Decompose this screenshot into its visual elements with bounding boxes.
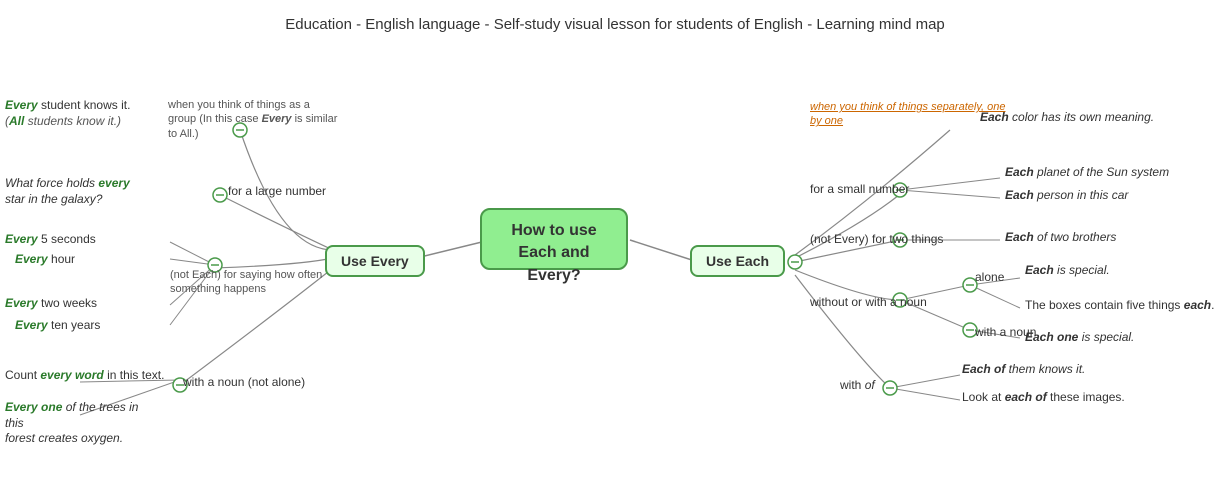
each-of-them: Each of them knows it. [962, 362, 1085, 378]
each-is-special: Each is special. [1025, 263, 1110, 279]
every-5-seconds: Every 5 seconds [5, 232, 96, 248]
use-every-label: Use Every [341, 253, 409, 269]
use-every-node: Use Every [325, 245, 425, 277]
each-planet-label: Each planet of the Sun system [1005, 165, 1169, 181]
each-color-label: Each color has its own meaning. [980, 110, 1154, 126]
every-star-label: What force holds everystar in the galaxy… [5, 176, 130, 207]
count-every-word: Count every word in this text. [5, 368, 164, 384]
two-things-label: (not Every) for two things [810, 232, 943, 248]
center-node: How to useEach and Every? [480, 208, 628, 270]
how-often-label: (not Each) for saying how oftensomething… [170, 268, 322, 297]
every-hour: Every hour [15, 252, 75, 268]
every-two-weeks: Every two weeks [5, 296, 97, 312]
page-title: Education - English language - Self-stud… [0, 8, 1230, 37]
each-two-brothers: Each of two brothers [1005, 230, 1116, 246]
center-label: Each and Every? [518, 244, 589, 283]
with-of-label: with of [840, 378, 875, 394]
every-group-note: when you think of things as a group (In … [168, 98, 338, 141]
small-number-label: for a small number [810, 182, 909, 198]
each-one-special: Each one is special. [1025, 330, 1134, 346]
each-person-label: Each person in this car [1005, 188, 1128, 204]
look-at-each: Look at each of these images. [962, 390, 1125, 406]
without-with-noun-label: without or with a noun [810, 295, 927, 311]
every-student-label: Every student knows it. (All students kn… [5, 98, 130, 129]
use-each-label: Use Each [706, 253, 769, 269]
large-number-label: for a large number [228, 184, 326, 200]
alone-label: alone [975, 270, 1004, 286]
boxes-five-things: The boxes contain five things each. [1025, 298, 1214, 314]
every-one-trees: Every one of the trees in thisforest cre… [5, 400, 160, 447]
with-noun-label: with a noun (not alone) [183, 375, 305, 391]
use-each-node: Use Each [690, 245, 785, 277]
every-ten-years: Every ten years [15, 318, 100, 334]
